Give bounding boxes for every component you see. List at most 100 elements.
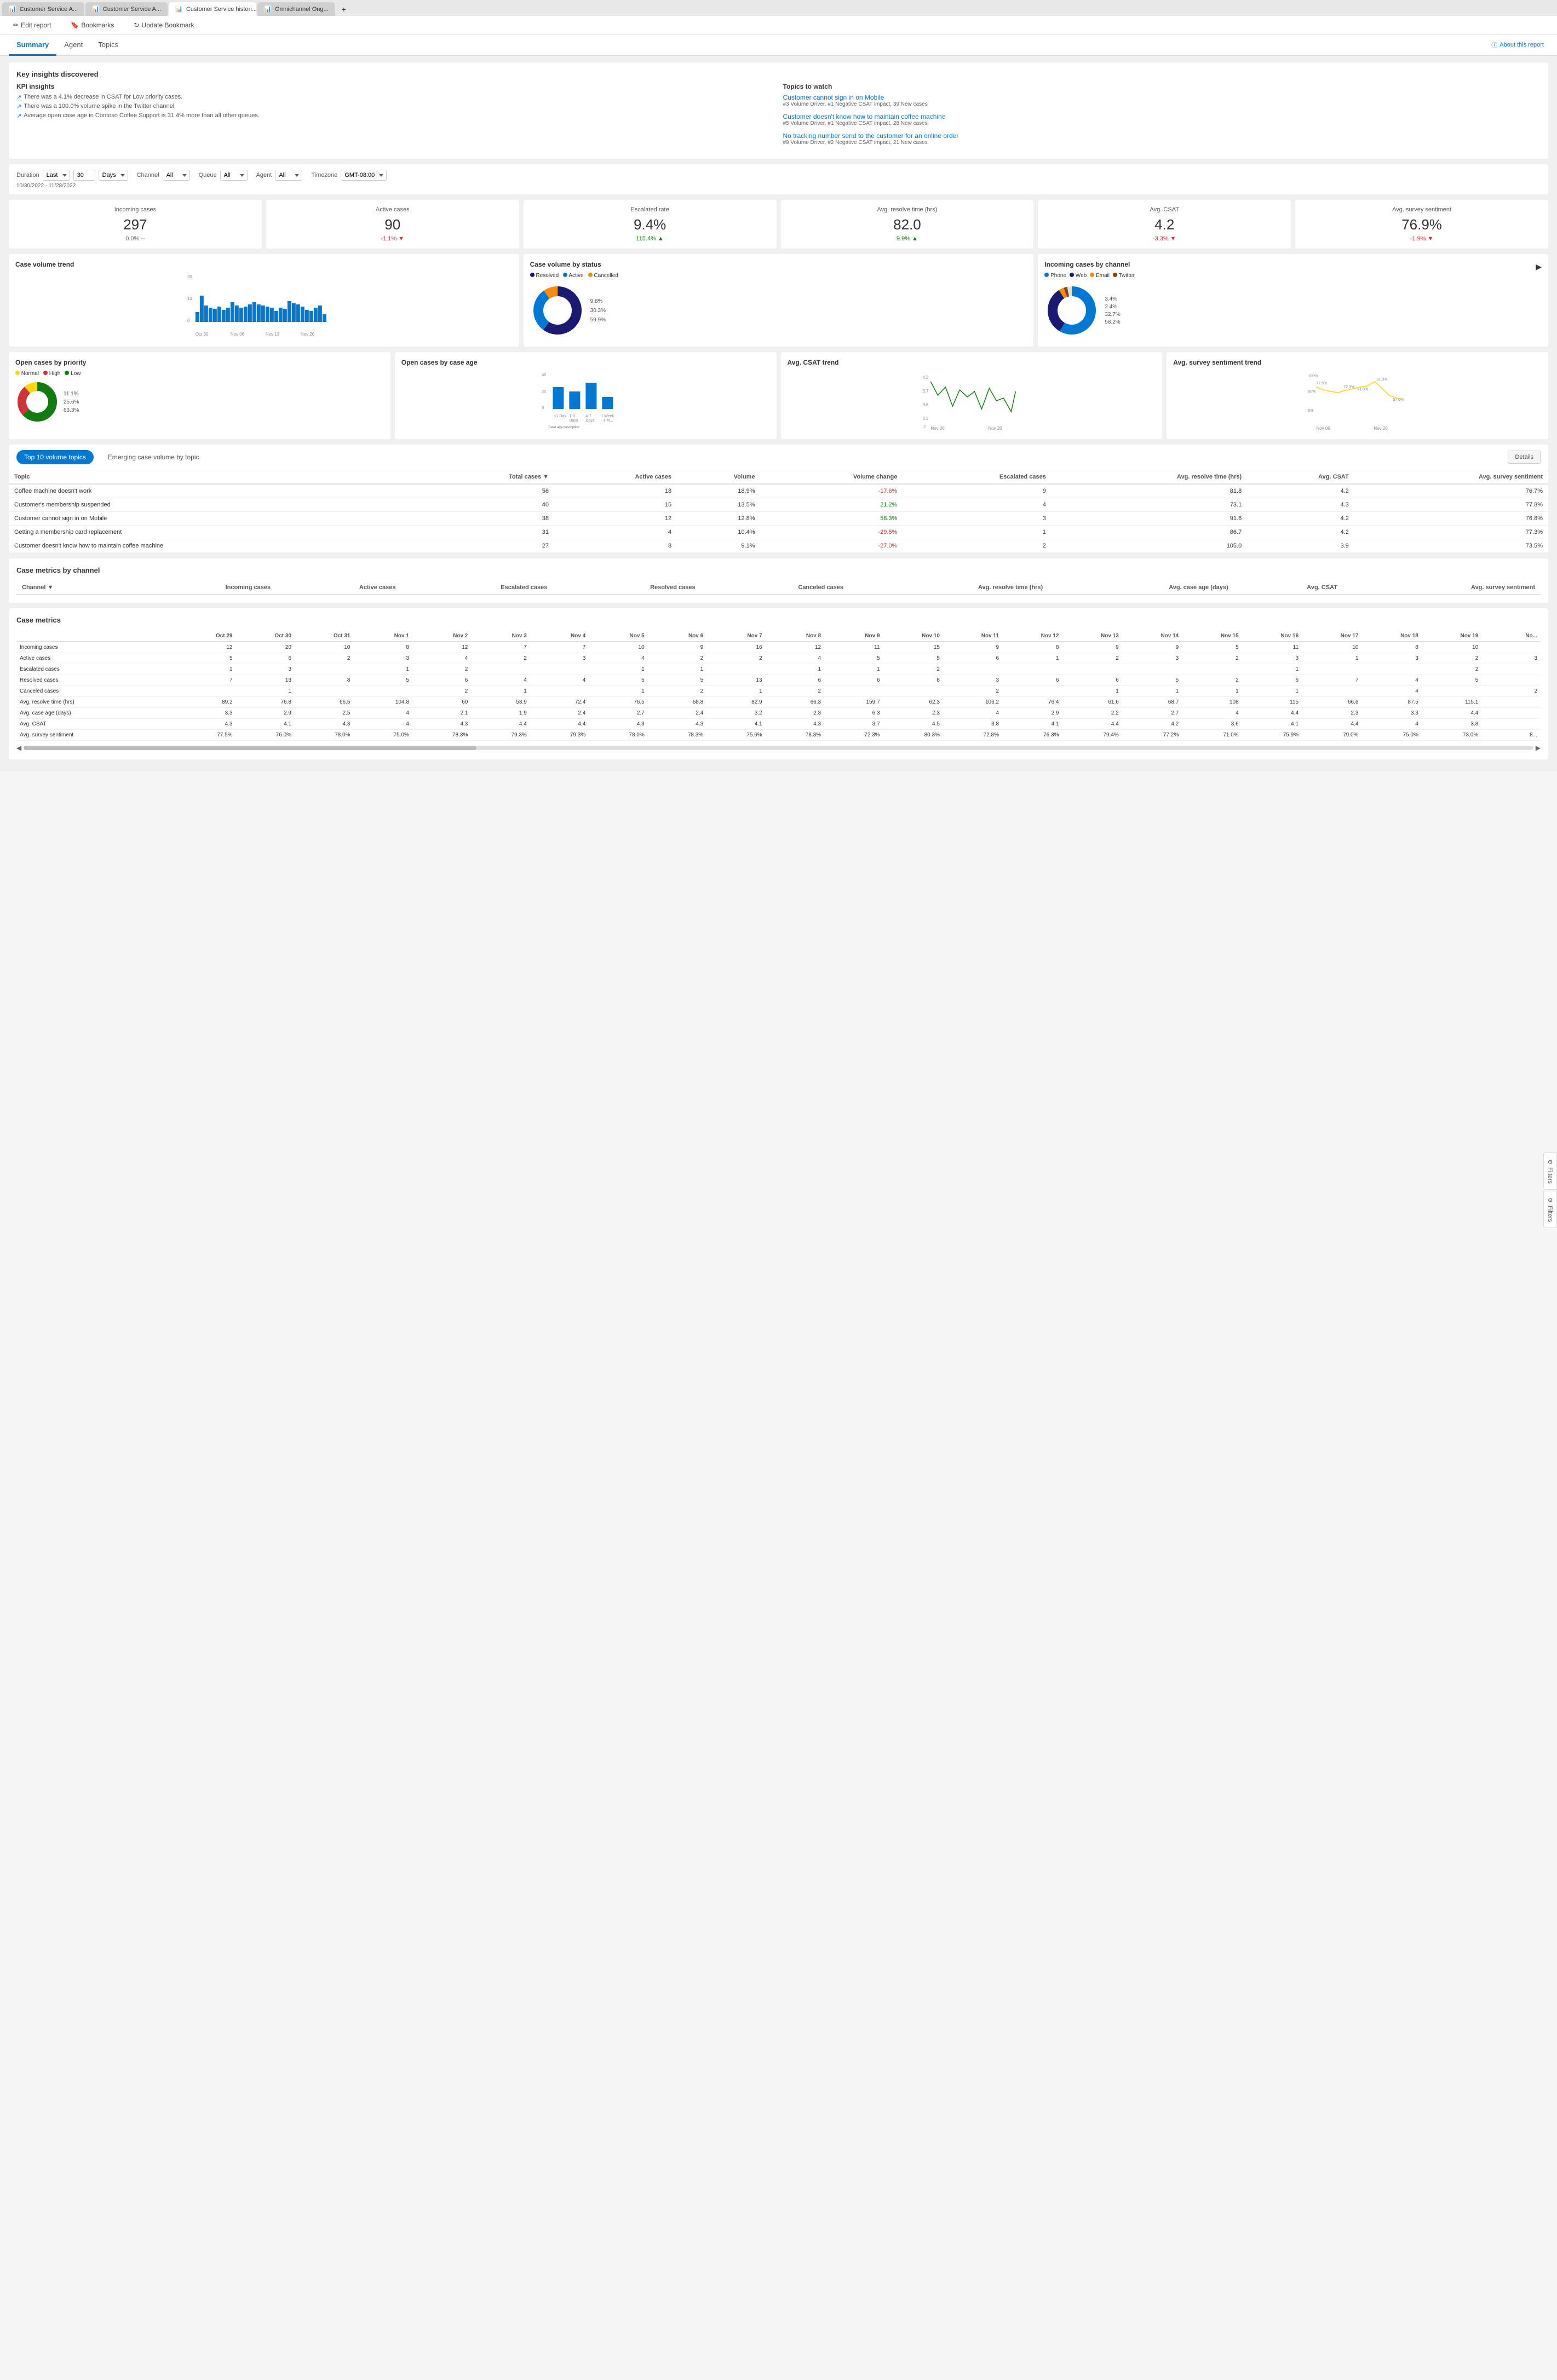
scrollbar-area: ◀ ▶ — [16, 744, 1541, 752]
kpi-1-value: 90 — [273, 216, 513, 233]
status-legend: Resolved Active Cancelled — [530, 273, 1027, 279]
browser-tab-2[interactable]: 📊 Customer Service A... — [85, 2, 168, 16]
daily-table-body: Incoming cases12201081277109161211159899… — [16, 642, 1541, 741]
topic-watch-link-2[interactable]: No tracking number send to the customer … — [783, 132, 1541, 140]
new-tab-button[interactable]: + — [336, 3, 352, 16]
svg-text:Nov 06: Nov 06 — [231, 332, 245, 337]
key-insights-card: Key insights discovered KPI insights The… — [9, 62, 1548, 159]
scrollbar-thumb — [24, 746, 476, 750]
top-side-filter-button[interactable]: ⚙ Filters — [1543, 1152, 1557, 1190]
kpi-escalated-rate: Escalated rate 9.4% 115.4% — [524, 200, 777, 249]
svg-text:40: 40 — [542, 373, 546, 377]
open-cases-priority-card: Open cases by priority Normal High Low 1… — [9, 352, 390, 439]
update-bookmark-button[interactable]: ↻ Update Bookmark — [129, 19, 198, 31]
svg-text:3.7: 3.7 — [922, 389, 929, 394]
open-cases-age-chart: 40 20 0 <1 Day 1-3 Days 4-7 Days 1 Week … — [401, 371, 770, 431]
tab-agent[interactable]: Agent — [56, 35, 90, 56]
tab-summary[interactable]: Summary — [9, 35, 56, 56]
kpi-1-label: Active cases — [273, 206, 513, 213]
browser-tab-1[interactable]: 📊 Customer Service A... — [2, 2, 84, 16]
case-volume-trend-card: Case volume trend 20 10 0 — [9, 254, 519, 347]
ch-col-resolve-time: Avg. resolve time (hrs) — [849, 581, 1048, 595]
edit-report-button[interactable]: ✏ Edit report — [9, 19, 55, 31]
top10-topics-button[interactable]: Top 10 volume topics — [16, 450, 94, 464]
topic-watch-link-1[interactable]: Customer doesn't know how to maintain co… — [783, 113, 1541, 120]
table-row: Customer cannot sign in on Mobile 38 12 … — [9, 512, 1548, 526]
filters-inner: Duration Last Days Channel All Queue All… — [16, 170, 1541, 181]
col-topic: Topic — [9, 470, 422, 484]
topics-watch-label: Topics to watch — [783, 83, 1541, 90]
svg-text:3.3: 3.3 — [922, 416, 929, 421]
kpi-3-value: 82.0 — [788, 216, 1027, 233]
ch-col-incoming: Incoming cases — [128, 581, 276, 595]
queue-select[interactable]: All — [220, 170, 248, 181]
svg-text:Case age description: Case age description — [548, 426, 579, 429]
emerging-topics-button[interactable]: Emerging case volume by topic — [100, 450, 207, 464]
bookmarks-button[interactable]: 🔖 Bookmarks — [66, 19, 118, 31]
status-donut-labels: 9.8% 30.3% 59.9% — [590, 298, 606, 323]
filter-icon-top: ⚙ — [1547, 1159, 1553, 1166]
tab-topics[interactable]: Topics — [90, 35, 126, 56]
kpi-5-value: 76.9% — [1302, 216, 1542, 233]
refresh-icon: ↻ — [134, 21, 139, 29]
scroll-right-icon[interactable]: ▶ — [1536, 744, 1541, 752]
timezone-label: Timezone — [311, 172, 337, 178]
svg-text:4.3: 4.3 — [922, 375, 929, 380]
topic-watch-link-0[interactable]: Customer cannot sign in on Mobile — [783, 94, 1541, 101]
svg-text:Days: Days — [569, 419, 578, 423]
avg-survey-trend-title: Avg. survey sentiment trend — [1173, 359, 1542, 366]
horizontal-scrollbar[interactable] — [24, 746, 1533, 750]
app-toolbar: ✏ Edit report 🔖 Bookmarks ↻ Update Bookm… — [0, 16, 1557, 35]
status-donut-container: 9.8% 30.3% 59.9% — [530, 283, 1027, 338]
about-report-link[interactable]: ⓘ About this report — [1487, 36, 1548, 54]
kpi-1-change: -1.1% — [273, 235, 513, 242]
browser-tab-4[interactable]: 📊 Omnichannel Ong... — [257, 2, 335, 16]
duration-unit-select[interactable]: Days — [99, 170, 128, 181]
table-row: Getting a membership card replacement 31… — [9, 526, 1548, 539]
browser-tab-3[interactable]: 📊 Customer Service histori... ✕ — [169, 2, 256, 16]
duration-period-select[interactable]: Last — [43, 170, 70, 181]
side-filters-panel: ⚙ Filters ⚙ Filters — [1543, 1152, 1557, 1228]
nav-tabs-left: Summary Agent Topics — [9, 35, 126, 55]
channel-donut-chart — [1044, 283, 1099, 338]
timezone-select[interactable]: GMT-08:00 — [341, 170, 387, 181]
bottom-side-filter-button[interactable]: ⚙ Filters — [1543, 1191, 1557, 1228]
avg-survey-trend-chart: 100% 50% 0% 77.5% 72.3% 71.0% 81.0% 57.0… — [1173, 371, 1542, 431]
queue-label: Queue — [199, 172, 217, 178]
timezone-filter: Timezone GMT-08:00 — [311, 170, 387, 181]
col-volume: Volume — [677, 470, 760, 484]
scroll-left-icon[interactable]: ◀ — [16, 744, 21, 752]
kpi-4-change: -3.3% — [1044, 235, 1284, 242]
case-volume-trend-title: Case volume trend — [15, 261, 513, 268]
tab1-label: Customer Service A... — [20, 6, 78, 13]
svg-text:Oct 30: Oct 30 — [196, 332, 209, 337]
avg-csat-trend-card: Avg. CSAT trend 4.3 3.7 3.6 3.3 2 Nov 06… — [781, 352, 1163, 439]
topic-watch-2: No tracking number send to the customer … — [783, 132, 1541, 146]
daily-table-container[interactable]: Oct 29Oct 30Oct 31Nov 1Nov 2Nov 3Nov 4No… — [16, 631, 1541, 741]
main-content: Key insights discovered KPI insights The… — [0, 56, 1557, 771]
svg-text:Nov 20: Nov 20 — [301, 332, 315, 337]
incoming-by-channel-card: Incoming cases by channel ▶ Phone Web Em… — [1038, 254, 1548, 347]
topics-table-body: Coffee machine doesn't work 56 18 18.9% … — [9, 484, 1548, 553]
duration-value-input[interactable] — [73, 170, 95, 181]
topic-watch-sub-2: #9 Volume Driver, #2 Negative CSAT impac… — [783, 140, 1541, 146]
topic-watch-sub-1: #5 Volume Driver, #1 Negative CSAT impac… — [783, 120, 1541, 126]
priority-donut-row: 11.1% 25.6% 63.3% — [15, 380, 384, 424]
svg-text:Nov 20: Nov 20 — [1374, 426, 1388, 431]
filter-icon-bottom: ⚙ — [1547, 1197, 1553, 1204]
date-range-display: 10/30/2022 - 11/28/2022 — [16, 183, 1541, 189]
topics-details-button[interactable]: Details — [1508, 451, 1541, 464]
kpi-0-label: Incoming cases — [15, 206, 255, 213]
kpi-0-value: 297 — [15, 216, 255, 233]
ch-col-escalated: Escalated cases — [401, 581, 553, 595]
channel-select[interactable]: All — [163, 170, 190, 181]
list-item: Avg. resolve time (hrs)89.276.866.5104.8… — [16, 697, 1541, 708]
channel-chart-expand-icon[interactable]: ▶ — [1536, 262, 1542, 272]
svg-text:1-3: 1-3 — [569, 414, 574, 418]
ch-col-resolved: Resolved cases — [553, 581, 700, 595]
svg-text:4-7: 4-7 — [585, 414, 591, 418]
col-sentiment: Avg. survey sentiment — [1354, 470, 1548, 484]
col-total-cases[interactable]: Total cases ▼ — [422, 470, 554, 484]
case-metrics-daily-title: Case metrics — [16, 616, 1541, 624]
agent-select[interactable]: All — [275, 170, 302, 181]
